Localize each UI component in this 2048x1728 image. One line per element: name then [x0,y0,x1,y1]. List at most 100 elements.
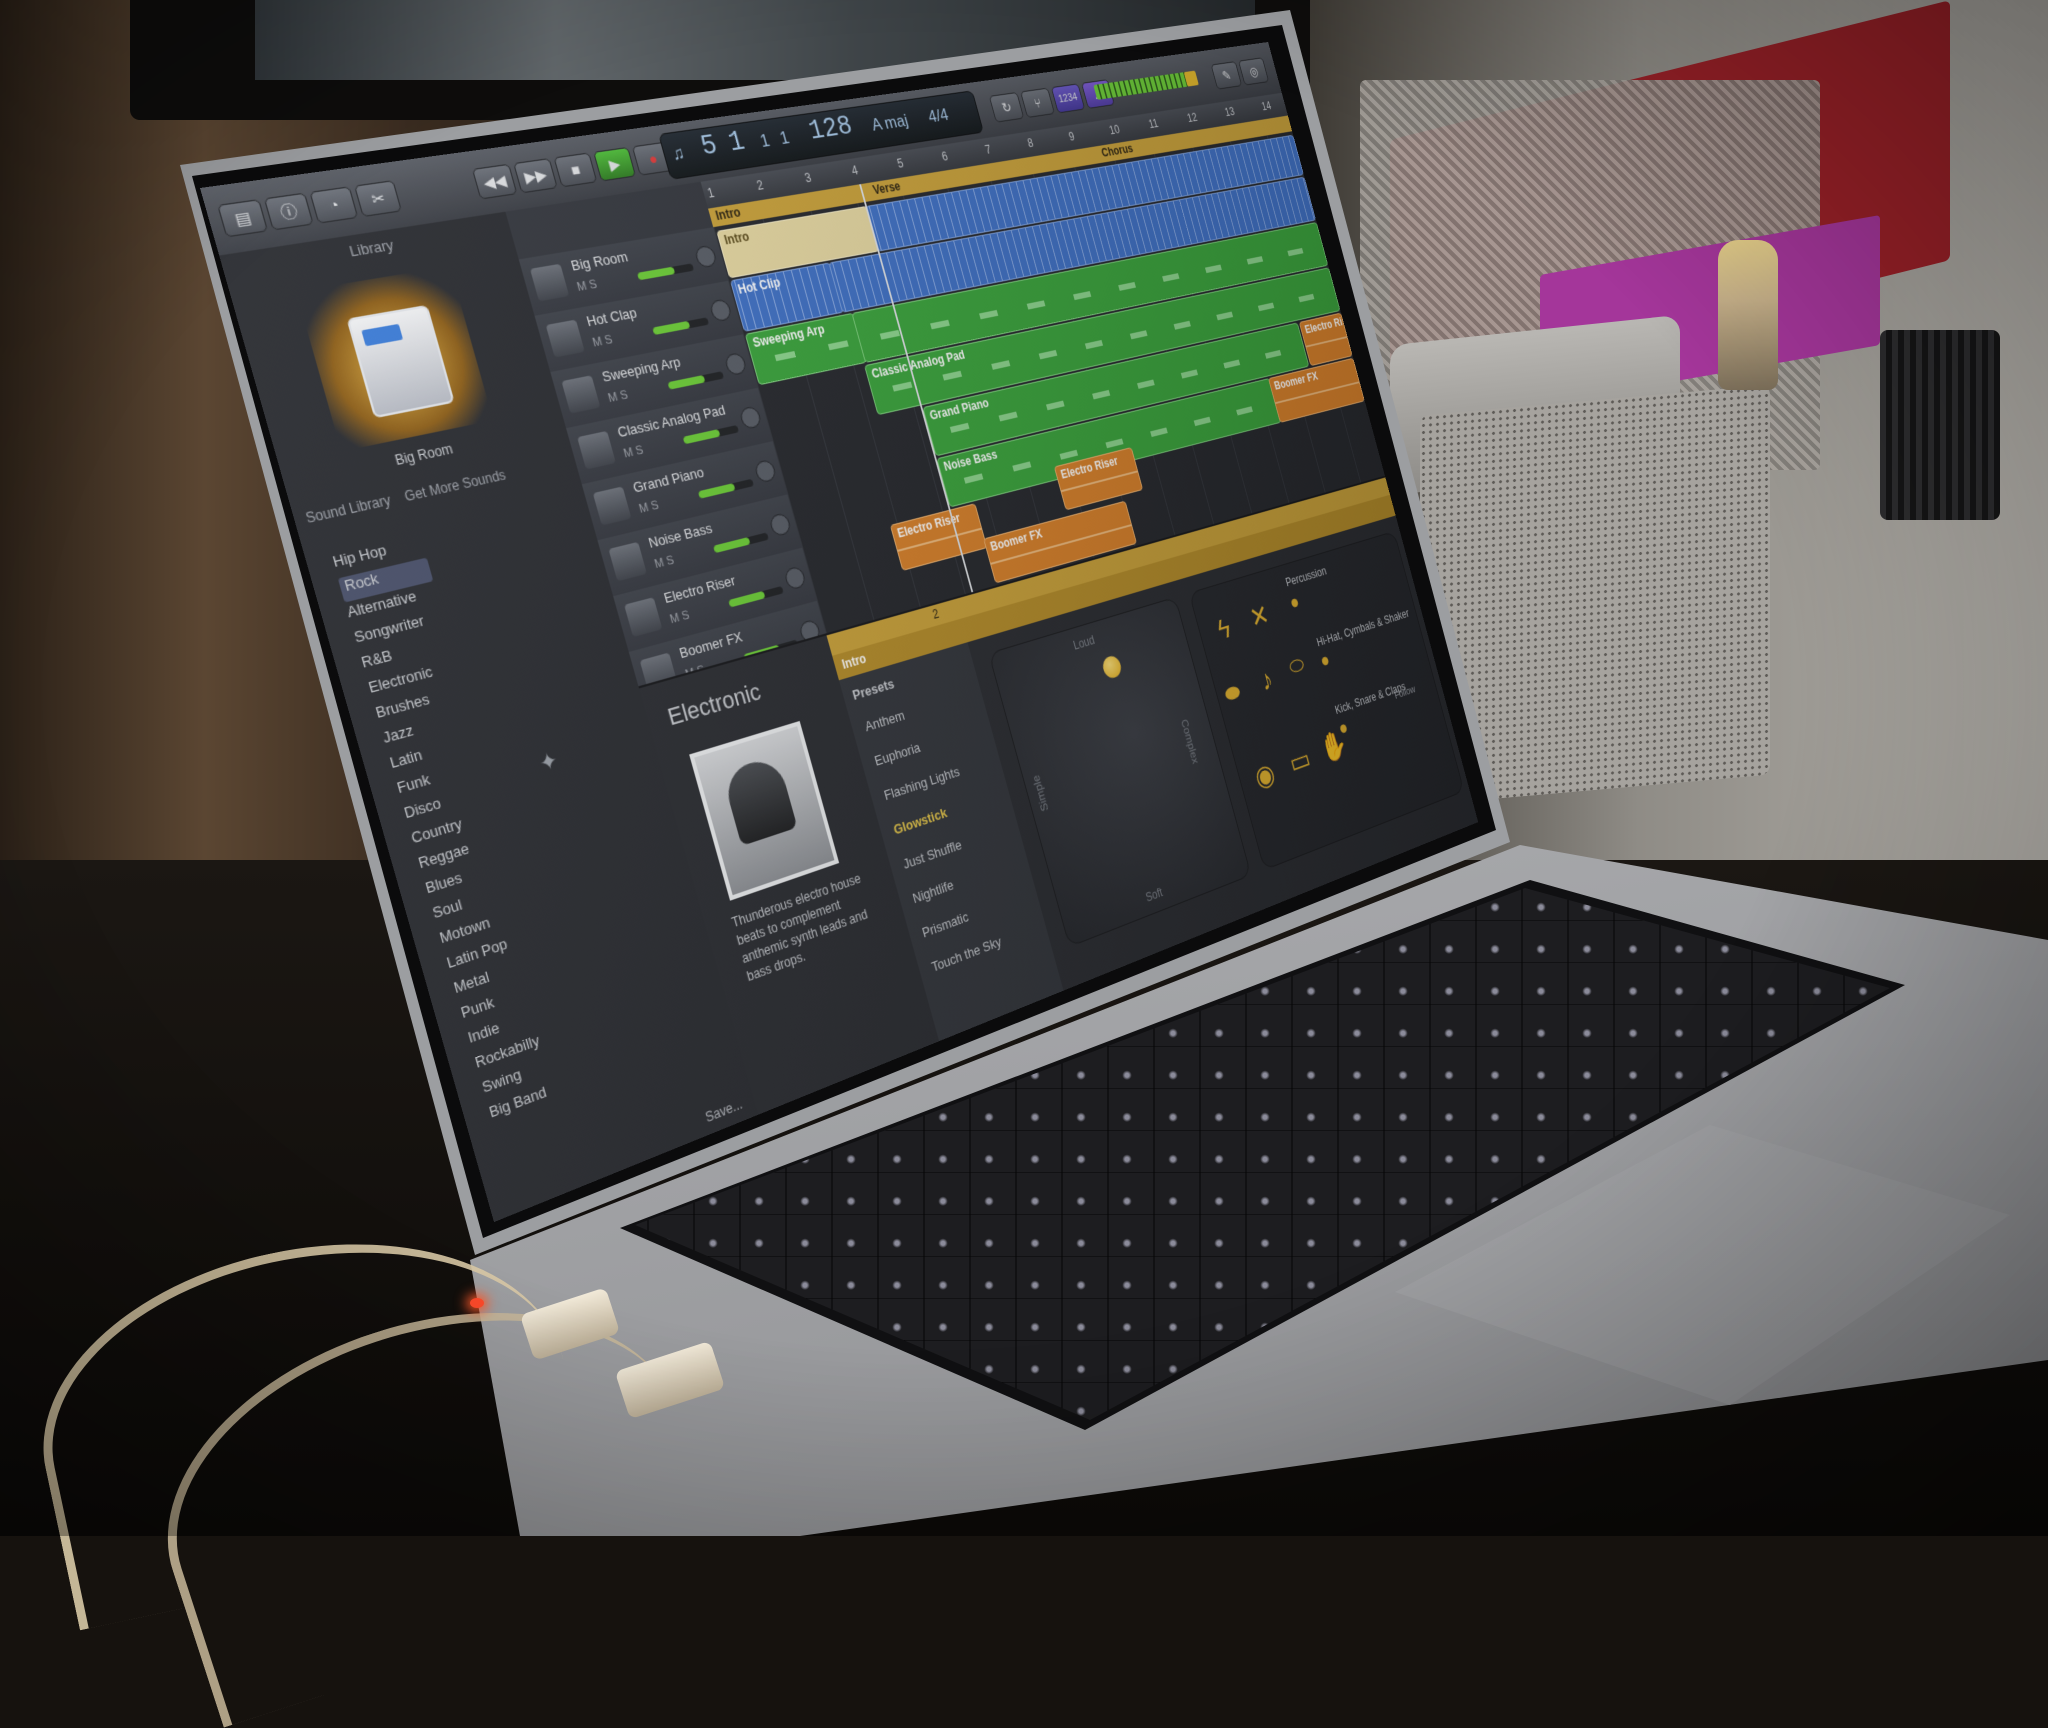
lcd-time-signature: 4/4 [926,105,951,127]
save-button[interactable]: Save... [704,1096,744,1125]
preset-item[interactable]: Glowstick [892,805,949,838]
marker-chorus[interactable]: Chorus [1100,142,1134,160]
pan-knob[interactable] [693,244,718,269]
xy-label-loud: Loud [1071,632,1097,653]
volume-slider[interactable] [713,532,769,554]
volume-slider[interactable] [667,371,725,390]
ruler-bar-number: 14 [1260,99,1273,113]
mute-solo-buttons[interactable]: M S [653,554,675,571]
clap-icon[interactable]: ✋ [1317,727,1351,767]
mute-solo-buttons[interactable]: M S [622,444,645,461]
loop-browser-icon: ◎ [1247,63,1260,80]
marker-intro[interactable]: Intro [714,205,742,223]
volume-slider[interactable] [728,585,784,608]
preset-item[interactable]: Nightlife [911,877,955,907]
instrument-icon[interactable] [561,375,601,414]
cycle-button[interactable]: ↻ [988,92,1025,123]
ruler-bar-number: 2 [755,177,766,194]
notepad-button[interactable]: ✎ [1210,61,1243,90]
lcd-div: 1 [758,130,772,152]
drumsticks-icon[interactable]: ✕ [1247,598,1273,635]
ruler-bar-number: 4 [850,163,860,178]
tuner-icon: ⑂ [1032,94,1043,111]
lcd-bar: 5 [697,130,722,164]
volume-slider[interactable] [636,263,695,281]
lcd-mode-icon: ♫ [669,142,688,165]
drummer-photo[interactable] [689,720,840,901]
volume-slider[interactable] [652,317,710,336]
editor-button[interactable]: ✂ [353,180,403,218]
rewind-button[interactable]: ◀◀ [471,163,518,200]
tab-sound-library[interactable]: Sound Library [304,492,393,526]
percussion-slider[interactable] [1290,597,1299,608]
master-volume-meter[interactable] [1093,70,1199,100]
count-in-button[interactable]: 1234 [1050,83,1086,114]
instrument-icon[interactable] [624,597,663,638]
mute-solo-buttons[interactable]: M S [607,389,630,406]
instrument-icon[interactable] [608,541,647,582]
patch-artwork[interactable] [296,266,494,452]
rewind-icon: ◀◀ [481,171,509,192]
preset-item[interactable]: Flashing Lights [882,764,961,804]
star-icon: ✦ [536,747,561,778]
ruler-bar-number: 13 [1223,104,1236,119]
snare-icon[interactable]: ▭ [1286,742,1314,781]
stop-icon: ■ [568,160,583,179]
presets-title: Presets [850,675,896,704]
instrument-icon[interactable] [529,263,570,302]
preset-item[interactable]: Touch the Sky [930,934,1003,975]
pencil-cup [1880,330,2000,520]
instrument-icon[interactable] [577,430,616,470]
preset-item[interactable]: Prismatic [920,909,970,941]
fast-forward-button[interactable]: ▶▶ [513,158,558,194]
lightning-icon[interactable]: ϟ [1214,612,1234,647]
lcd-tempo: 128 [805,111,856,148]
preset-item[interactable]: Anthem [863,707,906,734]
mute-solo-buttons[interactable]: M S [669,609,691,627]
kick-drum-icon[interactable]: ◉ [1251,757,1279,796]
pan-knob[interactable] [783,565,807,591]
ruler-bar-number: 12 [1185,110,1199,125]
pan-knob[interactable] [708,298,733,323]
preset-item[interactable]: Euphoria [873,739,922,769]
instrument-icon[interactable] [592,486,632,526]
percussion-label: Percussion [1284,564,1328,590]
xy-label-soft: Soft [1144,885,1165,905]
cymbal-icon[interactable]: ⬬ [1222,678,1244,709]
xy-puck[interactable] [1100,654,1124,681]
xy-label-complex: Complex [1178,717,1202,766]
cymbals-slider[interactable] [1321,656,1330,667]
tuner-button[interactable]: ⑂ [1020,87,1055,118]
region-electro-riser-1[interactable]: Electro Riser [889,503,988,571]
volume-slider[interactable] [682,424,740,445]
lcd-tick: 1 [777,127,792,149]
mute-solo-buttons[interactable]: M S [576,278,599,294]
marker-verse[interactable]: Verse [871,179,902,197]
smart-controls-button[interactable]: ◔ [309,186,359,224]
ruler-bar-number: 8 [1026,136,1035,151]
drum-machine-icon [346,304,455,419]
play-button[interactable]: ▶ [593,146,637,182]
region-label: Boomer FX [988,526,1044,554]
instrument-icon[interactable] [545,319,585,358]
hihat-icon[interactable]: ⬭ [1286,651,1307,681]
mute-solo-buttons[interactable]: M S [638,499,661,516]
pan-knob[interactable] [723,351,748,377]
pan-knob[interactable] [738,405,763,430]
preset-item[interactable]: Just Shuffle [901,837,963,872]
loop-browser-button[interactable]: ◎ [1238,57,1270,86]
tab-get-more-sounds[interactable]: Get More Sounds [403,467,508,505]
play-icon: ▶ [607,154,623,174]
info-button[interactable]: ⓘ [263,192,314,231]
mute-solo-buttons[interactable]: M S [591,333,614,349]
stop-button[interactable]: ■ [553,152,598,188]
pan-knob[interactable] [768,512,793,538]
volume-slider[interactable] [697,478,754,499]
pan-knob[interactable] [753,458,778,484]
library-button[interactable]: ▤ [217,199,269,238]
editor-icon: ✂ [369,188,388,209]
shaker-icon[interactable]: ♪ [1258,664,1277,698]
ruler-bar-number: 3 [803,170,813,186]
ruler-bar-number: 1 [705,185,716,201]
ruler-bar-number: 11 [1147,116,1160,131]
